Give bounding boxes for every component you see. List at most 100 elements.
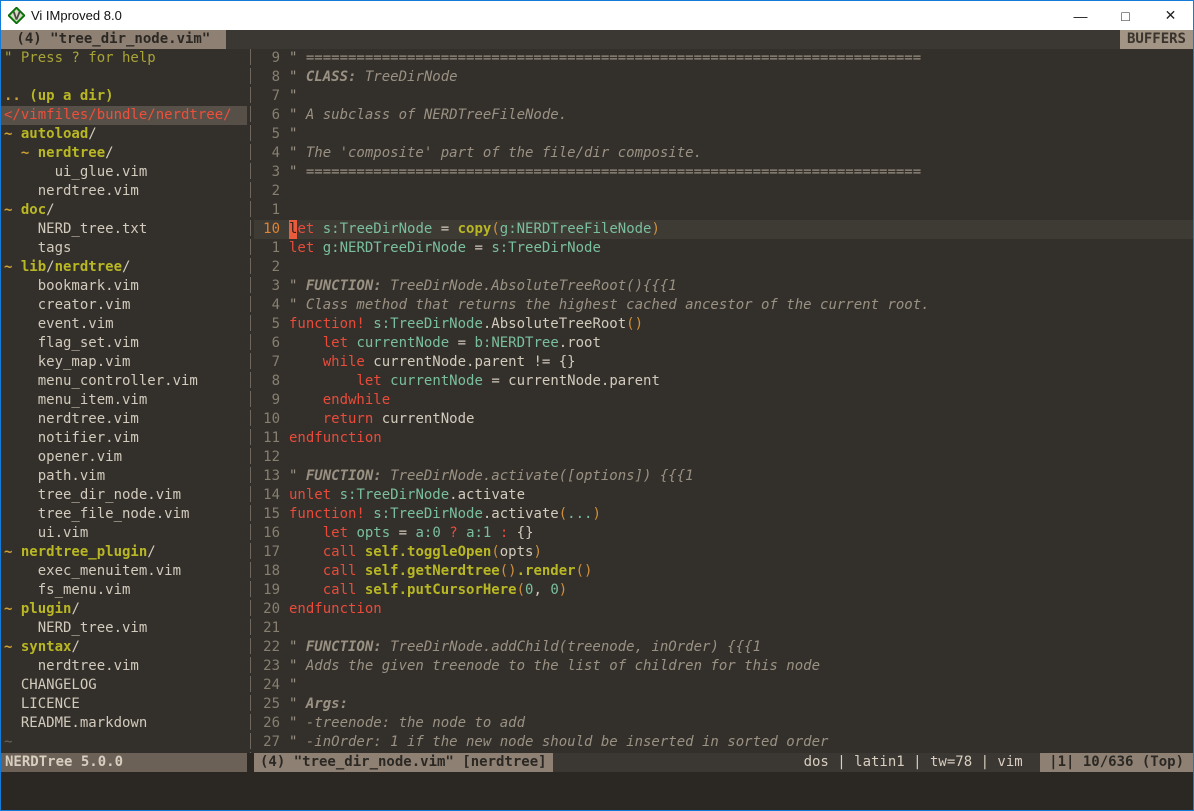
code-line[interactable]: 5function! s:TreeDirNode.AbsoluteTreeRoo… xyxy=(254,315,1193,334)
code-line[interactable]: 6 let currentNode = b:NERDTree.root xyxy=(254,334,1193,353)
token-cb: FUNCTION: xyxy=(306,467,382,486)
code-line[interactable]: 13" FUNCTION: TreeDirNode.activate([opti… xyxy=(254,467,1193,486)
token-d xyxy=(289,581,323,600)
code-line[interactable]: 11endfunction xyxy=(254,429,1193,448)
tree-file[interactable]: exec_menuitem.vim xyxy=(1,562,247,581)
code-line[interactable]: 3" =====================================… xyxy=(254,163,1193,182)
tree-dir[interactable]: ~ nerdtree_plugin/ xyxy=(1,543,247,562)
tree-file[interactable]: menu_controller.vim xyxy=(1,372,247,391)
code-line[interactable]: 22" FUNCTION: TreeDirNode.addChild(treen… xyxy=(254,638,1193,657)
tree-help-line[interactable]: " Press ? for help xyxy=(1,49,247,68)
code-line[interactable]: 4" Class method that returns the highest… xyxy=(254,296,1193,315)
token-p: ( xyxy=(491,220,499,239)
code-line[interactable]: 7" xyxy=(254,87,1193,106)
tree-file[interactable]: menu_item.vim xyxy=(1,391,247,410)
code-line[interactable]: 1let g:NERDTreeDirNode = s:TreeDirNode xyxy=(254,239,1193,258)
code-line[interactable]: 26" -treenode: the node to add xyxy=(254,714,1193,733)
tree-up-a-dir[interactable]: .. (up a dir) xyxy=(1,87,247,106)
code-line[interactable]: 2 xyxy=(254,258,1193,277)
code-line[interactable]: 27" -inOrder: 1 if the new node should b… xyxy=(254,733,1193,752)
code-line[interactable]: 5" xyxy=(254,125,1193,144)
code-line[interactable]: 3" FUNCTION: TreeDirNode.AbsoluteTreeRoo… xyxy=(254,277,1193,296)
tree-file[interactable]: bookmark.vim xyxy=(1,277,247,296)
token-file: ui_glue.vim xyxy=(55,164,148,180)
code-line[interactable]: 18 call self.getNerdtree().render() xyxy=(254,562,1193,581)
code-line[interactable]: 12 xyxy=(254,448,1193,467)
token-file: NERD_tree.txt xyxy=(38,221,148,237)
tree-root-path[interactable]: </vimfiles/bundle/nerdtree/ xyxy=(1,106,247,125)
minimize-button[interactable]: — xyxy=(1058,1,1103,30)
tree-file[interactable]: flag_set.vim xyxy=(1,334,247,353)
tree-file[interactable]: nerdtree.vim xyxy=(1,657,247,676)
token-d: .root xyxy=(559,334,601,353)
code-line[interactable]: 6" A subclass of NERDTreeFileNode. xyxy=(254,106,1193,125)
tree-file[interactable]: event.vim xyxy=(1,315,247,334)
tree-file[interactable]: tree_dir_node.vim xyxy=(1,486,247,505)
code-line[interactable]: 25" Args: xyxy=(254,695,1193,714)
code-line[interactable]: 15function! s:TreeDirNode.activate(...) xyxy=(254,505,1193,524)
token-p: () xyxy=(500,562,517,581)
tree-file[interactable]: tree_file_node.vim xyxy=(1,505,247,524)
tree-file[interactable]: opener.vim xyxy=(1,448,247,467)
tree-file[interactable]: fs_menu.vim xyxy=(1,581,247,600)
tree-dir[interactable]: ~ plugin/ xyxy=(1,600,247,619)
tree-file[interactable]: LICENCE xyxy=(1,695,247,714)
tree-file[interactable]: nerdtree.vim xyxy=(1,182,247,201)
tree-dir[interactable]: ~ lib/nerdtree/ xyxy=(1,258,247,277)
tree-file[interactable]: CHANGELOG xyxy=(1,676,247,695)
tab-tree-dir-node[interactable]: (4) "tree_dir_node.vim" xyxy=(1,30,226,49)
code-line[interactable]: 20endfunction xyxy=(254,600,1193,619)
tree-file[interactable]: notifier.vim xyxy=(1,429,247,448)
tree-file[interactable]: ui_glue.vim xyxy=(1,163,247,182)
code-line[interactable]: 23" Adds the given treenode to the list … xyxy=(254,657,1193,676)
maximize-button[interactable]: □ xyxy=(1103,1,1148,30)
code-line[interactable]: 9 endwhile xyxy=(254,391,1193,410)
command-line[interactable] xyxy=(1,772,1193,810)
code-line[interactable]: 19 call self.putCursorHere(0, 0) xyxy=(254,581,1193,600)
token-file: nerdtree.vim xyxy=(38,658,139,674)
tree-file[interactable]: creator.vim xyxy=(1,296,247,315)
tree-file[interactable]: NERD_tree.vim xyxy=(1,619,247,638)
token-help: " Press ? for help xyxy=(4,50,156,66)
code-line[interactable]: 24" xyxy=(254,676,1193,695)
tree-empty-indicator[interactable]: ~ xyxy=(1,733,247,752)
tree-dir[interactable]: ~ syntax/ xyxy=(1,638,247,657)
tree-file[interactable]: key_map.vim xyxy=(1,353,247,372)
close-button[interactable]: ✕ xyxy=(1148,1,1193,30)
token-v: currentNode xyxy=(356,334,449,353)
code-line[interactable]: 17 call self.toggleOpen(opts) xyxy=(254,543,1193,562)
code-line[interactable]: 4" The 'composite' part of the file/dir … xyxy=(254,144,1193,163)
file-info-segment: dos | latin1 | tw=78 | vim xyxy=(804,753,1041,772)
code-line[interactable]: 9" =====================================… xyxy=(254,49,1193,68)
tree-file[interactable]: NERD_tree.txt xyxy=(1,220,247,239)
code-line[interactable]: 16 let opts = a:0 ? a:1 : {} xyxy=(254,524,1193,543)
tree-file[interactable]: path.vim xyxy=(1,467,247,486)
window-separator[interactable] xyxy=(247,49,254,753)
tree-dir[interactable]: ~ autoload/ xyxy=(1,125,247,144)
line-number: 10 xyxy=(254,220,280,239)
tree-file[interactable]: nerdtree.vim xyxy=(1,410,247,429)
code-line[interactable]: 8 let currentNode = currentNode.parent xyxy=(254,372,1193,391)
tree-dir[interactable]: ~ doc/ xyxy=(1,201,247,220)
code-line[interactable]: 21 xyxy=(254,619,1193,638)
tree-file[interactable]: tags xyxy=(1,239,247,258)
token-k: endfunction xyxy=(289,600,382,619)
code-line[interactable]: 10let s:TreeDirNode = copy(g:NERDTreeFil… xyxy=(254,220,1193,239)
token-v: 0 xyxy=(550,581,558,600)
token-d: / xyxy=(71,639,79,655)
token-c: TreeDirNode xyxy=(356,68,457,87)
tree-dir[interactable]: ~ nerdtree/ xyxy=(1,144,247,163)
tree-blank-line[interactable] xyxy=(1,68,247,87)
code-line[interactable]: 8" CLASS: TreeDirNode xyxy=(254,68,1193,87)
line-number: 2 xyxy=(254,258,280,277)
tree-file[interactable]: README.markdown xyxy=(1,714,247,733)
token-gold: ~ xyxy=(21,145,38,161)
token-v: s:TreeDirNode xyxy=(491,239,601,258)
code-line[interactable]: 10 return currentNode xyxy=(254,410,1193,429)
code-line[interactable]: 2 xyxy=(254,182,1193,201)
tree-file[interactable]: ui.vim xyxy=(1,524,247,543)
code-line[interactable]: 7 while currentNode.parent != {} xyxy=(254,353,1193,372)
token-c: " xyxy=(289,467,306,486)
code-line[interactable]: 1 xyxy=(254,201,1193,220)
code-line[interactable]: 14unlet s:TreeDirNode.activate xyxy=(254,486,1193,505)
